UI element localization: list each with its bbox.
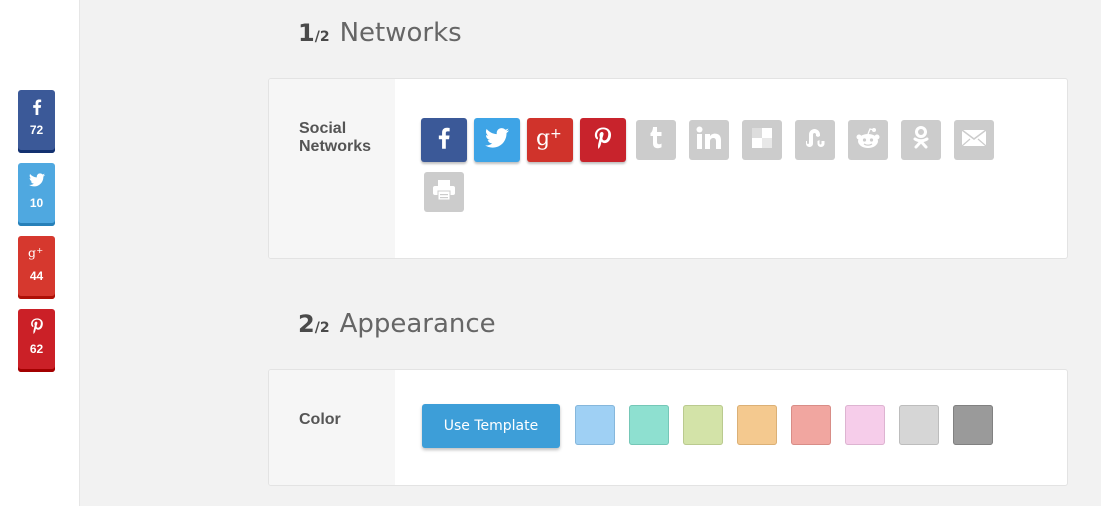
- tumblr-icon: [649, 126, 663, 154]
- network-delicious-button[interactable]: [742, 120, 782, 160]
- google-plus-icon: g +: [536, 126, 564, 155]
- section-heading-appearance: 2/2 Appearance: [298, 309, 496, 339]
- floating-pinterest-button[interactable]: 62: [18, 309, 55, 372]
- linkedin-icon: [696, 126, 722, 155]
- network-twitter-button[interactable]: [474, 118, 520, 162]
- color-label: Color: [299, 411, 341, 428]
- pinterest-icon: [594, 127, 612, 154]
- social-networks-label: Social Networks: [299, 120, 372, 155]
- use-template-button[interactable]: Use Template: [422, 404, 560, 448]
- network-facebook-button[interactable]: [421, 118, 467, 162]
- odnoklassniki-icon: [912, 125, 930, 155]
- share-count: 44: [29, 269, 44, 283]
- network-linkedin-button[interactable]: [689, 120, 729, 160]
- color-swatch-mint[interactable]: [629, 405, 669, 445]
- pinterest-icon: [18, 309, 55, 339]
- section-heading-networks: 1/2 Networks: [298, 18, 462, 48]
- network-pinterest-button[interactable]: [580, 118, 626, 162]
- floating-twitter-button[interactable]: 10: [18, 163, 55, 226]
- network-email-button[interactable]: [954, 120, 994, 160]
- color-swatch-light-gray[interactable]: [899, 405, 939, 445]
- network-tumblr-button[interactable]: [636, 120, 676, 160]
- section-title: Appearance: [339, 309, 496, 339]
- color-swatch-pink[interactable]: [845, 405, 885, 445]
- color-swatch-light-blue[interactable]: [575, 405, 615, 445]
- svg-text:+: +: [36, 245, 43, 255]
- share-count: 72: [29, 123, 44, 137]
- svg-text:g: g: [536, 126, 550, 150]
- floating-google-plus-button[interactable]: g + 44: [18, 236, 55, 299]
- facebook-icon: [18, 90, 55, 120]
- color-swatch-salmon[interactable]: [791, 405, 831, 445]
- twitter-icon: [18, 163, 55, 193]
- color-swatch-light-green[interactable]: [683, 405, 723, 445]
- network-google-plus-button[interactable]: g +: [527, 118, 573, 162]
- network-reddit-button[interactable]: [848, 120, 888, 160]
- label-column: [269, 79, 395, 258]
- svg-text:+: +: [550, 126, 562, 142]
- floating-facebook-button[interactable]: 72: [18, 90, 55, 153]
- email-icon: [961, 128, 987, 152]
- color-swatch-gray[interactable]: [953, 405, 993, 445]
- step-total: /2: [314, 320, 330, 336]
- section-title: Networks: [339, 18, 462, 48]
- twitter-icon: [485, 127, 509, 153]
- print-icon: [432, 179, 456, 206]
- google-plus-icon: g +: [18, 236, 55, 266]
- share-count: 62: [29, 342, 44, 356]
- network-odnoklassniki-button[interactable]: [901, 120, 941, 160]
- share-count: 10: [29, 196, 44, 210]
- network-print-button[interactable]: [424, 172, 464, 212]
- networks-card: Social Networks g +: [268, 78, 1068, 259]
- floating-share-bar: 72 10 g + 44 62: [18, 90, 55, 382]
- svg-text:g: g: [28, 245, 36, 260]
- reddit-icon: [855, 127, 881, 154]
- step-number: 2: [298, 310, 315, 338]
- facebook-icon: [438, 127, 450, 154]
- color-swatch-peach[interactable]: [737, 405, 777, 445]
- step-number: 1: [298, 19, 315, 47]
- network-stumbleupon-button[interactable]: [795, 120, 835, 160]
- step-total: /2: [314, 29, 330, 45]
- stumbleupon-icon: [802, 128, 828, 153]
- delicious-icon: [751, 127, 773, 154]
- appearance-card: Color Use Template: [268, 369, 1068, 486]
